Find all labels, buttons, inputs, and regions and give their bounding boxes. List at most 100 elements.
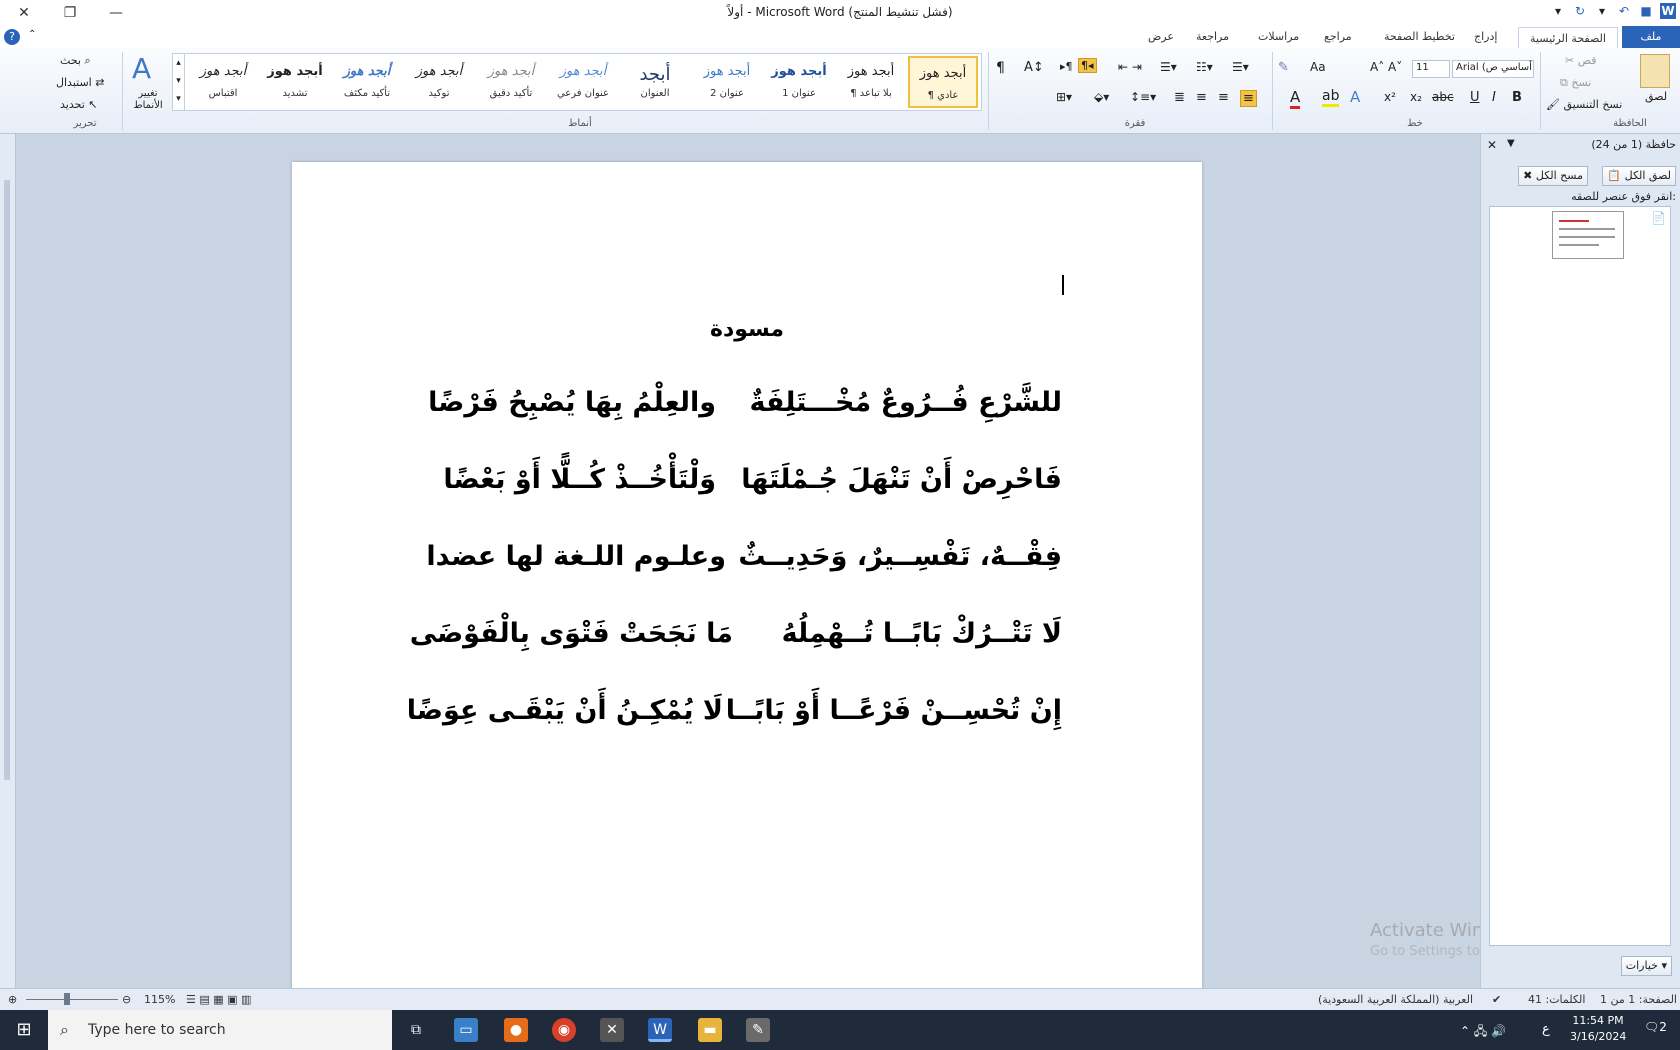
font-color-icon[interactable]: A	[1290, 88, 1301, 109]
firefox-icon[interactable]: ●	[504, 1018, 528, 1042]
app-icon[interactable]: ✕	[600, 1018, 624, 1042]
multilevel-list-icon[interactable]: ☰▾	[1160, 60, 1177, 74]
tab-references[interactable]: مراجع	[1316, 26, 1360, 48]
proofing-icon[interactable]: ✔	[1492, 993, 1501, 1006]
zoom-slider[interactable]	[26, 999, 118, 1000]
text-effects-icon[interactable]: A	[1350, 88, 1360, 106]
style-heading-1[interactable]: أبجد هوز عنوان 1	[764, 56, 834, 108]
gallery-scroll[interactable]: ▴ ▾ ▾	[173, 54, 185, 110]
customize-qat-icon[interactable]: ▾	[1550, 3, 1566, 19]
chrome-icon[interactable]: ◉	[552, 1018, 576, 1042]
language-status[interactable]: العربية (المملكة العربية السعودية)	[1318, 993, 1473, 1006]
italic-icon[interactable]: I	[1492, 90, 1496, 105]
indent-icons[interactable]: ⇤ ⇥	[1118, 60, 1142, 74]
paste-all-button[interactable]: 📋 لصق الكل	[1602, 166, 1676, 186]
font-name-box[interactable]: Arial (أساسي ص	[1452, 60, 1534, 78]
zoom-slider-thumb[interactable]	[64, 993, 70, 1005]
pane-options-icon[interactable]: ▼	[1507, 138, 1515, 149]
task-view-icon[interactable]: ⧉	[404, 1018, 428, 1042]
undo-dropdown-icon[interactable]: ▾	[1594, 3, 1610, 19]
clipboard-item-thumbnail[interactable]	[1552, 211, 1624, 259]
paint-icon[interactable]: ✎	[746, 1018, 770, 1042]
word-taskbar-icon[interactable]: W	[648, 1018, 672, 1042]
pc-icon[interactable]: ▭	[454, 1018, 478, 1042]
style-title[interactable]: أبجد العنوان	[620, 56, 690, 108]
style-quote[interactable]: أبجد هوز اقتباس	[188, 56, 258, 108]
select-button[interactable]: تحديد ↖	[60, 98, 98, 111]
options-button[interactable]: خيارات ▾	[1620, 956, 1672, 976]
save-icon[interactable]: ■	[1638, 3, 1654, 19]
sort-icon[interactable]: A↕	[1024, 60, 1044, 75]
file-explorer-icon[interactable]: ▬	[698, 1018, 722, 1042]
underline-icon[interactable]: U	[1470, 90, 1480, 105]
clear-format-icon[interactable]: ✎	[1278, 60, 1289, 75]
subscript-icon[interactable]: x₂	[1410, 90, 1422, 104]
grow-font-icon[interactable]: A˄ A˅	[1370, 60, 1402, 74]
numbering-icon[interactable]: ☷▾	[1196, 60, 1213, 74]
zoom-in-icon[interactable]: ⊕	[8, 993, 17, 1006]
tab-file[interactable]: ملف	[1622, 26, 1680, 48]
style-no-spacing[interactable]: أبجد هوز ¶ بلا تباعد	[836, 56, 906, 108]
undo-icon[interactable]: ↶	[1616, 3, 1632, 19]
tab-home[interactable]: الصفحة الرئيسية	[1518, 27, 1618, 49]
clear-all-button[interactable]: ✖ مسح الكل	[1518, 166, 1588, 186]
tray-icons[interactable]: ⌃ 🖧 🔊	[1460, 1022, 1506, 1043]
rtl-direction-icon[interactable]: ¶◂	[1078, 58, 1097, 73]
justify-icon[interactable]: ≣	[1174, 90, 1185, 105]
view-buttons[interactable]: ☰ ▤ ▦ ▣ ▥	[186, 993, 251, 1006]
font-size-box[interactable]: 11	[1412, 60, 1450, 78]
style-strong[interactable]: أبجد هوز تشديد	[260, 56, 330, 108]
vertical-scrollbar-thumb[interactable]	[4, 180, 10, 780]
taskbar: ⊞ ⌕ Type here to search ⧉ ▭ ● ◉ ✕ W ▬ ✎ …	[0, 1010, 1680, 1050]
align-center-icon[interactable]: ≡	[1218, 90, 1229, 105]
cut-button[interactable]: ✂ قص	[1565, 54, 1596, 67]
windows-start-icon[interactable]: ⊞	[12, 1018, 36, 1042]
redo-icon[interactable]: ↻	[1572, 3, 1588, 19]
format-painter-button[interactable]: 🖌 نسخ التنسيق	[1546, 98, 1622, 111]
document-page[interactable]: مسودة للشَّرْعِ فُــرُوعٌ مُخْـــتَلِفَة…	[292, 162, 1202, 988]
input-language[interactable]: ع	[1542, 1022, 1550, 1037]
style-emphasis[interactable]: أبجد هوز توكيد	[404, 56, 474, 108]
find-button[interactable]: بحث ⌕	[60, 54, 91, 68]
superscript-icon[interactable]: x²	[1384, 90, 1396, 104]
verse-4-right: لَا تَتْــرُكْ بَابًــا تُــهْمِلُهُ	[781, 618, 1062, 649]
strikethrough-icon[interactable]: abc	[1432, 90, 1454, 104]
tab-page-layout[interactable]: تخطيط الصفحة	[1376, 26, 1463, 48]
borders-icon[interactable]: ⊞▾	[1056, 90, 1072, 104]
notifications-icon[interactable]: 🗨2	[1644, 1020, 1667, 1034]
shading-icon[interactable]: ⬙▾	[1094, 90, 1109, 104]
taskbar-search[interactable]: ⌕ Type here to search	[48, 1010, 392, 1050]
word-count[interactable]: الكلمات: 41	[1528, 993, 1585, 1006]
help-icon[interactable]: ?	[4, 29, 20, 45]
line-spacing-icon[interactable]: ↕≡▾	[1130, 90, 1156, 104]
zoom-level[interactable]: 115%	[144, 993, 175, 1006]
style-subtitle[interactable]: أبجد هوز عنوان فرعي	[548, 56, 618, 108]
paste-icon[interactable]	[1640, 54, 1670, 88]
page-count[interactable]: الصفحة: 1 من 1	[1600, 993, 1677, 1006]
change-styles-icon[interactable]: A	[132, 52, 151, 85]
bold-icon[interactable]: B	[1512, 90, 1522, 105]
bullets-icon[interactable]: ☰▾	[1232, 60, 1249, 74]
style-subtle-emphasis[interactable]: أبجد هوز تأكيد دقيق	[476, 56, 546, 108]
highlight-icon[interactable]: ab	[1322, 88, 1340, 107]
style-heading-2[interactable]: أبجد هوز عنوان 2	[692, 56, 762, 108]
zoom-out-icon[interactable]: ⊖	[122, 993, 131, 1006]
paste-button[interactable]: لصق	[1645, 90, 1667, 103]
clock[interactable]: 11:54 PM 3/16/2024	[1570, 1014, 1626, 1043]
style-normal[interactable]: أبجد هوز ¶ عادي	[908, 56, 978, 108]
align-left-icon[interactable]: ≡	[1196, 90, 1207, 105]
tab-mailings[interactable]: مراسلات	[1250, 26, 1307, 48]
collapse-ribbon-icon[interactable]: ⌃	[28, 29, 36, 40]
tab-view[interactable]: عرض	[1140, 26, 1182, 48]
copy-button[interactable]: ⧉ نسخ	[1560, 76, 1591, 90]
tab-review[interactable]: مراجعة	[1188, 26, 1237, 48]
change-case-icon[interactable]: Aa	[1310, 60, 1326, 74]
tab-insert[interactable]: إدراج	[1466, 26, 1505, 48]
ltr-direction-icon[interactable]: ▸¶	[1060, 60, 1073, 73]
align-right-icon[interactable]: ≡	[1240, 90, 1257, 107]
close-pane-icon[interactable]: ✕	[1487, 138, 1497, 152]
style-intense-emphasis[interactable]: أبجد هوز تأكيد مكثف	[332, 56, 402, 108]
replace-button[interactable]: استبدال ⇄	[56, 76, 104, 89]
show-marks-icon[interactable]: ¶	[996, 60, 1005, 76]
change-styles-button[interactable]: تغيير الأنماط	[128, 88, 168, 112]
